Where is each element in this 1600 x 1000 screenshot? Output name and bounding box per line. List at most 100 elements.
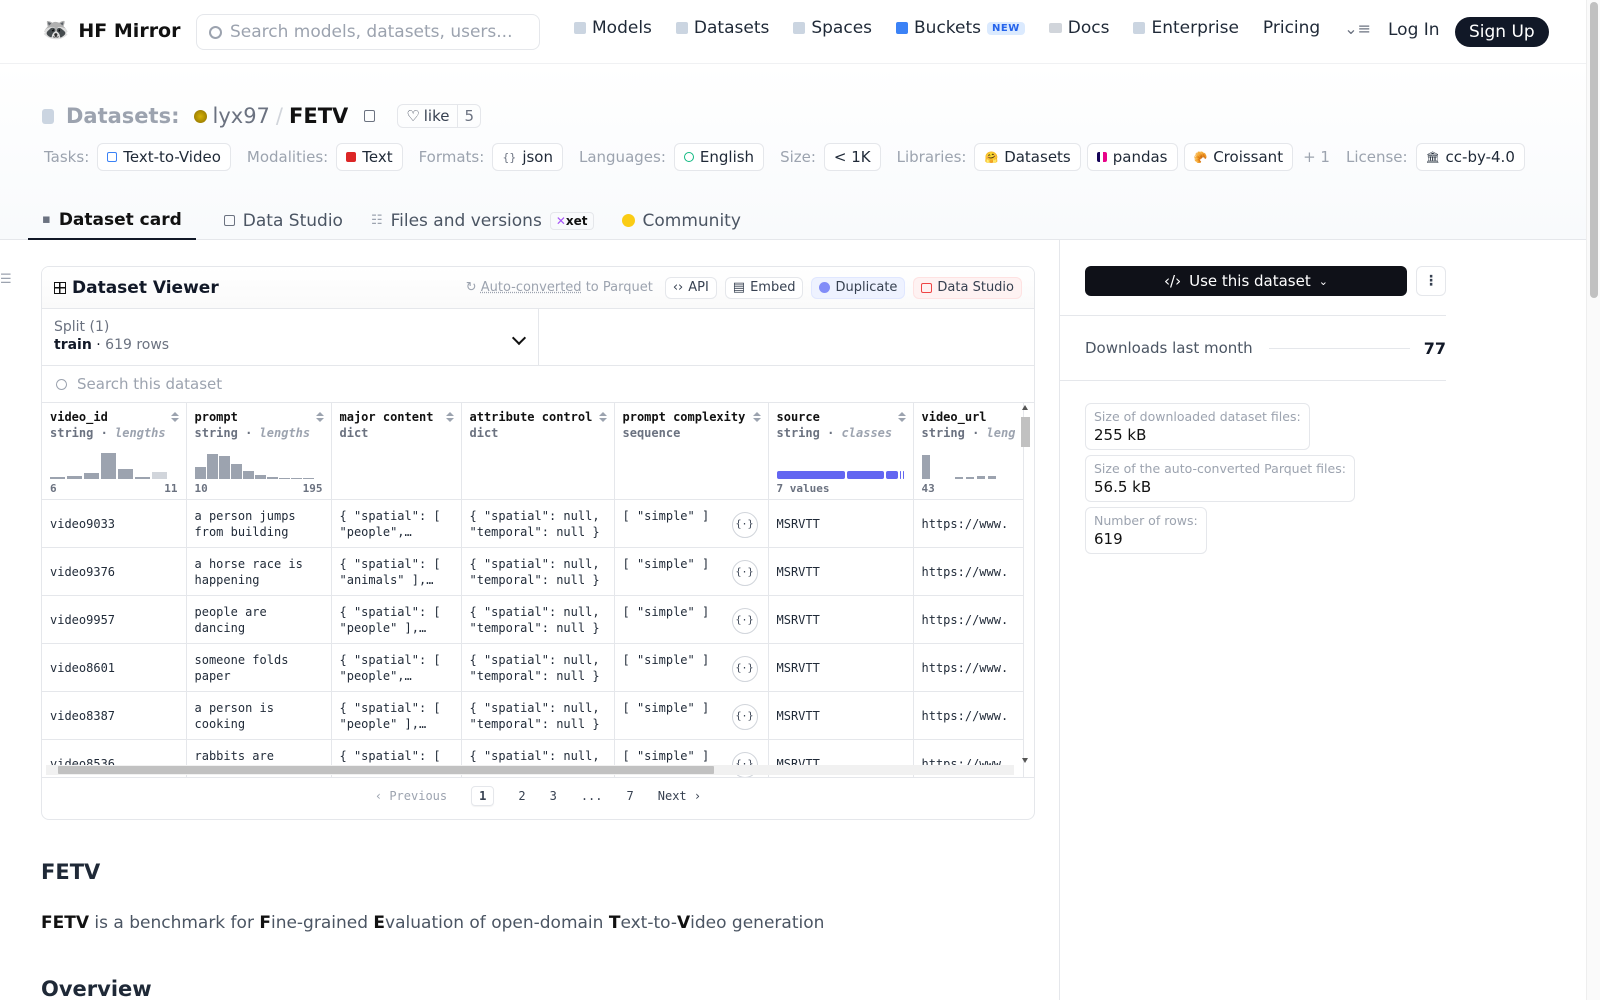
tag-library-pandas[interactable]: pandas <box>1086 143 1178 171</box>
tab-data-studio[interactable]: Data Studio <box>223 201 343 240</box>
page-scrollbar[interactable] <box>1586 0 1600 1000</box>
cell-attr[interactable]: { "spatial": null, "temporal": null } <box>461 499 615 548</box>
column-header-video-id[interactable]: video_id string · lengths 6 11 <box>42 403 187 500</box>
cell-source[interactable]: MSRVTT <box>768 499 914 548</box>
expand-json-icon[interactable]: {·} <box>731 655 758 682</box>
cell-video-id[interactable]: video9376 <box>42 547 187 596</box>
nav-docs[interactable]: Docs <box>1048 18 1109 38</box>
repo-owner[interactable]: lyx97 <box>213 104 270 128</box>
tag-format[interactable]: {} json <box>492 143 563 171</box>
cell-major[interactable]: { "spatial": [ "people" ],… <box>331 691 462 740</box>
cell-prompt[interactable]: a person jumps from building <box>186 499 332 548</box>
tag-language[interactable]: English <box>673 143 765 171</box>
page-2-button[interactable]: 2 <box>518 789 525 803</box>
cell-url[interactable]: https://www. <box>913 691 1025 740</box>
column-header-prompt-complexity[interactable]: prompt complexity sequence <box>614 403 769 500</box>
column-header-prompt[interactable]: prompt string · lengths 10 195 <box>186 403 332 500</box>
tab-community[interactable]: Community <box>621 201 741 240</box>
nav-buckets[interactable]: Buckets NEW <box>896 18 1025 38</box>
column-header-attribute-control[interactable]: attribute control dict <box>461 403 615 500</box>
scrollbar-thumb[interactable] <box>58 766 714 774</box>
tag-size[interactable]: < 1K <box>823 143 881 171</box>
duplicate-button[interactable]: Duplicate <box>811 276 906 299</box>
cell-major[interactable]: { "spatial": [ "people",… <box>331 643 462 692</box>
tag-library-croissant[interactable]: 🥐 Croissant <box>1183 143 1294 171</box>
nav-pricing[interactable]: Pricing <box>1263 18 1320 38</box>
nav-datasets[interactable]: Datasets <box>675 18 769 38</box>
table-row[interactable]: video8387 a person is cooking { "spatial":… <box>42 691 1025 740</box>
sort-icon[interactable] <box>445 412 454 422</box>
like-button[interactable]: ♡ like 5 <box>397 104 481 128</box>
use-this-dataset-button[interactable]: ‹/› Use this dataset ⌄ <box>1085 266 1407 296</box>
global-search-input[interactable]: Search models, datasets, users... <box>196 14 540 50</box>
cell-prompt[interactable]: a person is cooking <box>186 691 332 740</box>
cell-major[interactable]: { "spatial": [ "people",… <box>331 499 462 548</box>
column-header-source[interactable]: source string · classes 7 values <box>768 403 914 500</box>
data-table-container[interactable]: video_id string · lengths 6 11 prompt str… <box>42 403 1034 777</box>
cell-complexity[interactable]: [ "simple" ] {·} <box>614 691 769 740</box>
auto-converted-link[interactable]: Auto-converted <box>481 280 582 295</box>
expand-json-icon[interactable]: {·} <box>731 703 758 730</box>
page-3-button[interactable]: 3 <box>550 789 557 803</box>
tag-modality[interactable]: Text <box>336 143 403 171</box>
cell-complexity[interactable]: [ "simple" ] {·} <box>614 499 769 548</box>
more-options-icon[interactable]: ⋮ <box>1416 266 1446 296</box>
scroll-up-icon[interactable] <box>1022 405 1028 410</box>
cell-complexity[interactable]: [ "simple" ] {·} <box>614 595 769 644</box>
sort-icon[interactable] <box>897 412 906 422</box>
nav-enterprise[interactable]: Enterprise <box>1133 18 1239 38</box>
cell-video-id[interactable]: video9957 <box>42 595 187 644</box>
cell-source[interactable]: MSRVTT <box>768 691 914 740</box>
auto-converted-note[interactable]: ↻ Auto-converted to Parquet <box>466 280 653 295</box>
tag-task[interactable]: Text-to-Video <box>97 143 231 171</box>
expand-json-icon[interactable]: {·} <box>731 607 758 634</box>
embed-button[interactable]: ▤ Embed <box>724 276 804 299</box>
table-row[interactable]: video9033 a person jumps from building { "… <box>42 499 1025 548</box>
dataset-search-input[interactable]: Search this dataset <box>42 366 1034 403</box>
cell-complexity[interactable]: [ "simple" ] {·} <box>614 547 769 596</box>
sort-icon[interactable] <box>170 412 179 422</box>
cell-video-id[interactable]: video8387 <box>42 691 187 740</box>
login-link[interactable]: Log In <box>1388 20 1440 40</box>
cell-prompt[interactable]: someone folds paper <box>186 643 332 692</box>
table-row[interactable]: video9957 people are dancing { "spatial": … <box>42 595 1025 644</box>
scrollbar-thumb[interactable] <box>1590 2 1598 298</box>
sort-icon[interactable] <box>598 412 607 422</box>
previous-page-button[interactable]: ‹ Previous <box>375 789 447 803</box>
tag-license[interactable]: 🏛 cc-by-4.0 <box>1415 143 1525 171</box>
cell-complexity[interactable]: [ "simple" ] {·} <box>614 643 769 692</box>
tab-dataset-card[interactable]: ▪ Dataset card <box>28 201 196 240</box>
column-header-major-content[interactable]: major content dict <box>331 403 462 500</box>
cell-major[interactable]: { "spatial": [ "people" ],… <box>331 595 462 644</box>
scrollbar-thumb[interactable] <box>1021 417 1030 447</box>
cell-attr[interactable]: { "spatial": null, "temporal": null } <box>461 595 615 644</box>
sort-icon[interactable] <box>315 412 324 422</box>
logo[interactable]: 🦝 HF Mirror <box>42 18 181 43</box>
table-row[interactable]: video9376 a horse race is happening { "spa… <box>42 547 1025 596</box>
scroll-down-icon[interactable] <box>1022 758 1028 763</box>
repo-name[interactable]: FETV <box>289 104 348 128</box>
cell-major[interactable]: { "spatial": [ "animals" ],… <box>331 547 462 596</box>
cell-url[interactable]: https://www. <box>913 499 1025 548</box>
page-1-button[interactable]: 1 <box>471 785 495 806</box>
cell-url[interactable]: https://www. <box>913 595 1025 644</box>
tab-files-and-versions[interactable]: ☷ Files and versions ✕xet <box>371 201 594 240</box>
more-menu-icon[interactable]: ⌄≡ <box>1344 19 1371 38</box>
cell-video-id[interactable]: video8601 <box>42 643 187 692</box>
like-toggle[interactable]: ♡ like <box>398 105 459 127</box>
cell-url[interactable]: https://www. <box>913 643 1025 692</box>
signup-button[interactable]: Sign Up <box>1455 17 1549 47</box>
nav-models[interactable]: Models <box>574 18 652 38</box>
cell-attr[interactable]: { "spatial": null, "temporal": null } <box>461 547 615 596</box>
cell-prompt[interactable]: people are dancing <box>186 595 332 644</box>
table-vertical-scrollbar[interactable] <box>1021 403 1030 763</box>
data-studio-button[interactable]: Data Studio <box>913 276 1022 299</box>
table-horizontal-scrollbar[interactable] <box>46 765 1014 775</box>
cell-attr[interactable]: { "spatial": null, "temporal": null } <box>461 691 615 740</box>
cell-source[interactable]: MSRVTT <box>768 643 914 692</box>
cell-attr[interactable]: { "spatial": null, "temporal": null } <box>461 643 615 692</box>
sort-icon[interactable] <box>752 412 761 422</box>
repo-kind[interactable]: Datasets: <box>66 104 180 128</box>
expand-json-icon[interactable]: {·} <box>731 559 758 586</box>
cell-source[interactable]: MSRVTT <box>768 595 914 644</box>
